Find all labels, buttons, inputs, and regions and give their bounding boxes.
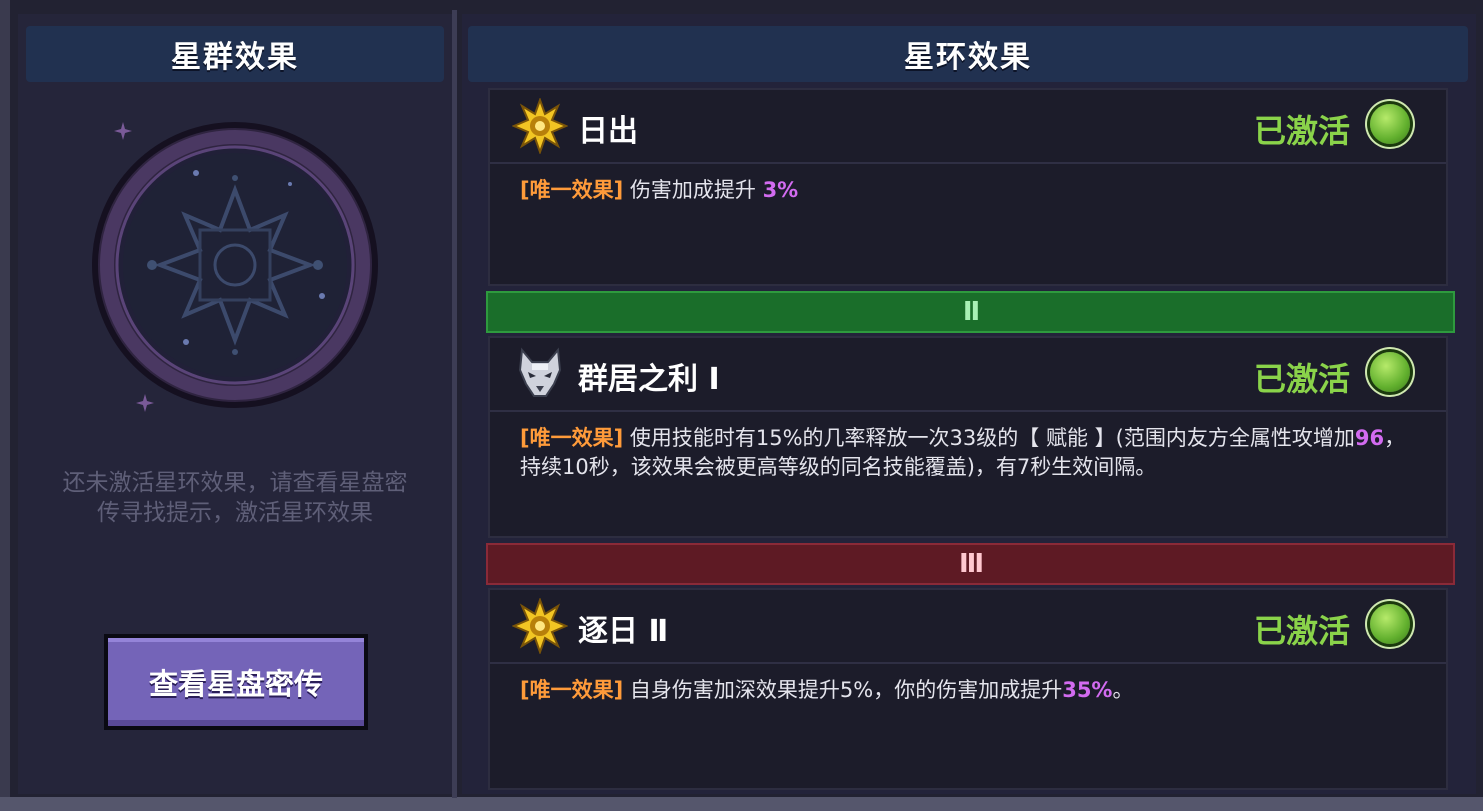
frame-border-bottom [0,797,1483,811]
star-disc-icon [92,122,378,408]
effect-name: 日出 [578,114,638,149]
effect-header: 日出 已激活 [490,90,1446,164]
effect-tag: [唯一效果] [520,678,624,702]
effect-tag: [唯一效果] [520,426,624,450]
effect-name: 群居之利 Ⅰ [578,362,720,397]
frame-border-left [0,0,10,811]
sparkle-icon [114,122,132,140]
constellation-title: 星群效果 [26,26,444,82]
effect-header: 群居之利 Ⅰ 已激活 [490,338,1446,412]
status-label: 已激活 [1253,612,1350,650]
effect-description: [唯一效果] 使用技能时有15%的几率释放一次33级的【 赋能 】(范围内友方全… [520,424,1420,482]
tier-banner-2: II [486,291,1455,333]
status-indicator-icon [1370,104,1410,144]
wolf-head-icon [518,347,562,397]
effect-description: [唯一效果] 伤害加成提升 3% [520,176,1420,205]
sparkle-icon [136,394,154,412]
effect-name: 逐日 Ⅱ [578,614,669,649]
tier-banner-3: III [486,543,1455,585]
status-label: 已激活 [1253,112,1350,150]
view-star-chart-button[interactable]: 查看星盘密传 [104,634,368,730]
desc-highlight: 96 [1354,426,1385,450]
desc-text: 。 [1112,678,1134,702]
status-indicator-icon [1370,352,1410,392]
sun-emblem-icon [512,98,568,154]
desc-highlight: 35% [1062,678,1113,702]
effect-card: 群居之利 Ⅰ 已激活 [唯一效果] 使用技能时有15%的几率释放一次33级的【 … [488,336,1448,538]
effect-card: 日出 已激活 [唯一效果] 伤害加成提升 3% [488,88,1448,286]
panel-divider [452,10,457,798]
desc-highlight: 3% [762,178,799,202]
status-indicator-icon [1370,604,1410,644]
hint-line: 还未激活星环效果，请查看星盘密 [62,470,408,496]
effect-tag: [唯一效果] [520,178,624,202]
desc-text: 自身伤害加深效果提升5%，你的伤害加成提升 [623,678,1063,702]
effect-header: 逐日 Ⅱ 已激活 [490,590,1446,664]
hint-text: 还未激活星环效果，请查看星盘密 传寻找提示，激活星环效果 [22,468,448,528]
desc-text: 使用技能时有15%的几率释放一次33级的【 赋能 】(范围内友方全属性攻增加 [623,426,1355,450]
hint-line: 传寻找提示，激活星环效果 [97,500,373,526]
effect-card: 逐日 Ⅱ 已激活 [唯一效果] 自身伤害加深效果提升5%，你的伤害加成提升35%… [488,588,1448,790]
sun-emblem-icon [512,598,568,654]
desc-text: 伤害加成提升 [623,178,763,202]
effect-description: [唯一效果] 自身伤害加深效果提升5%，你的伤害加成提升35%。 [520,676,1420,705]
status-label: 已激活 [1253,360,1350,398]
star-ring-title: 星环效果 [468,26,1468,82]
